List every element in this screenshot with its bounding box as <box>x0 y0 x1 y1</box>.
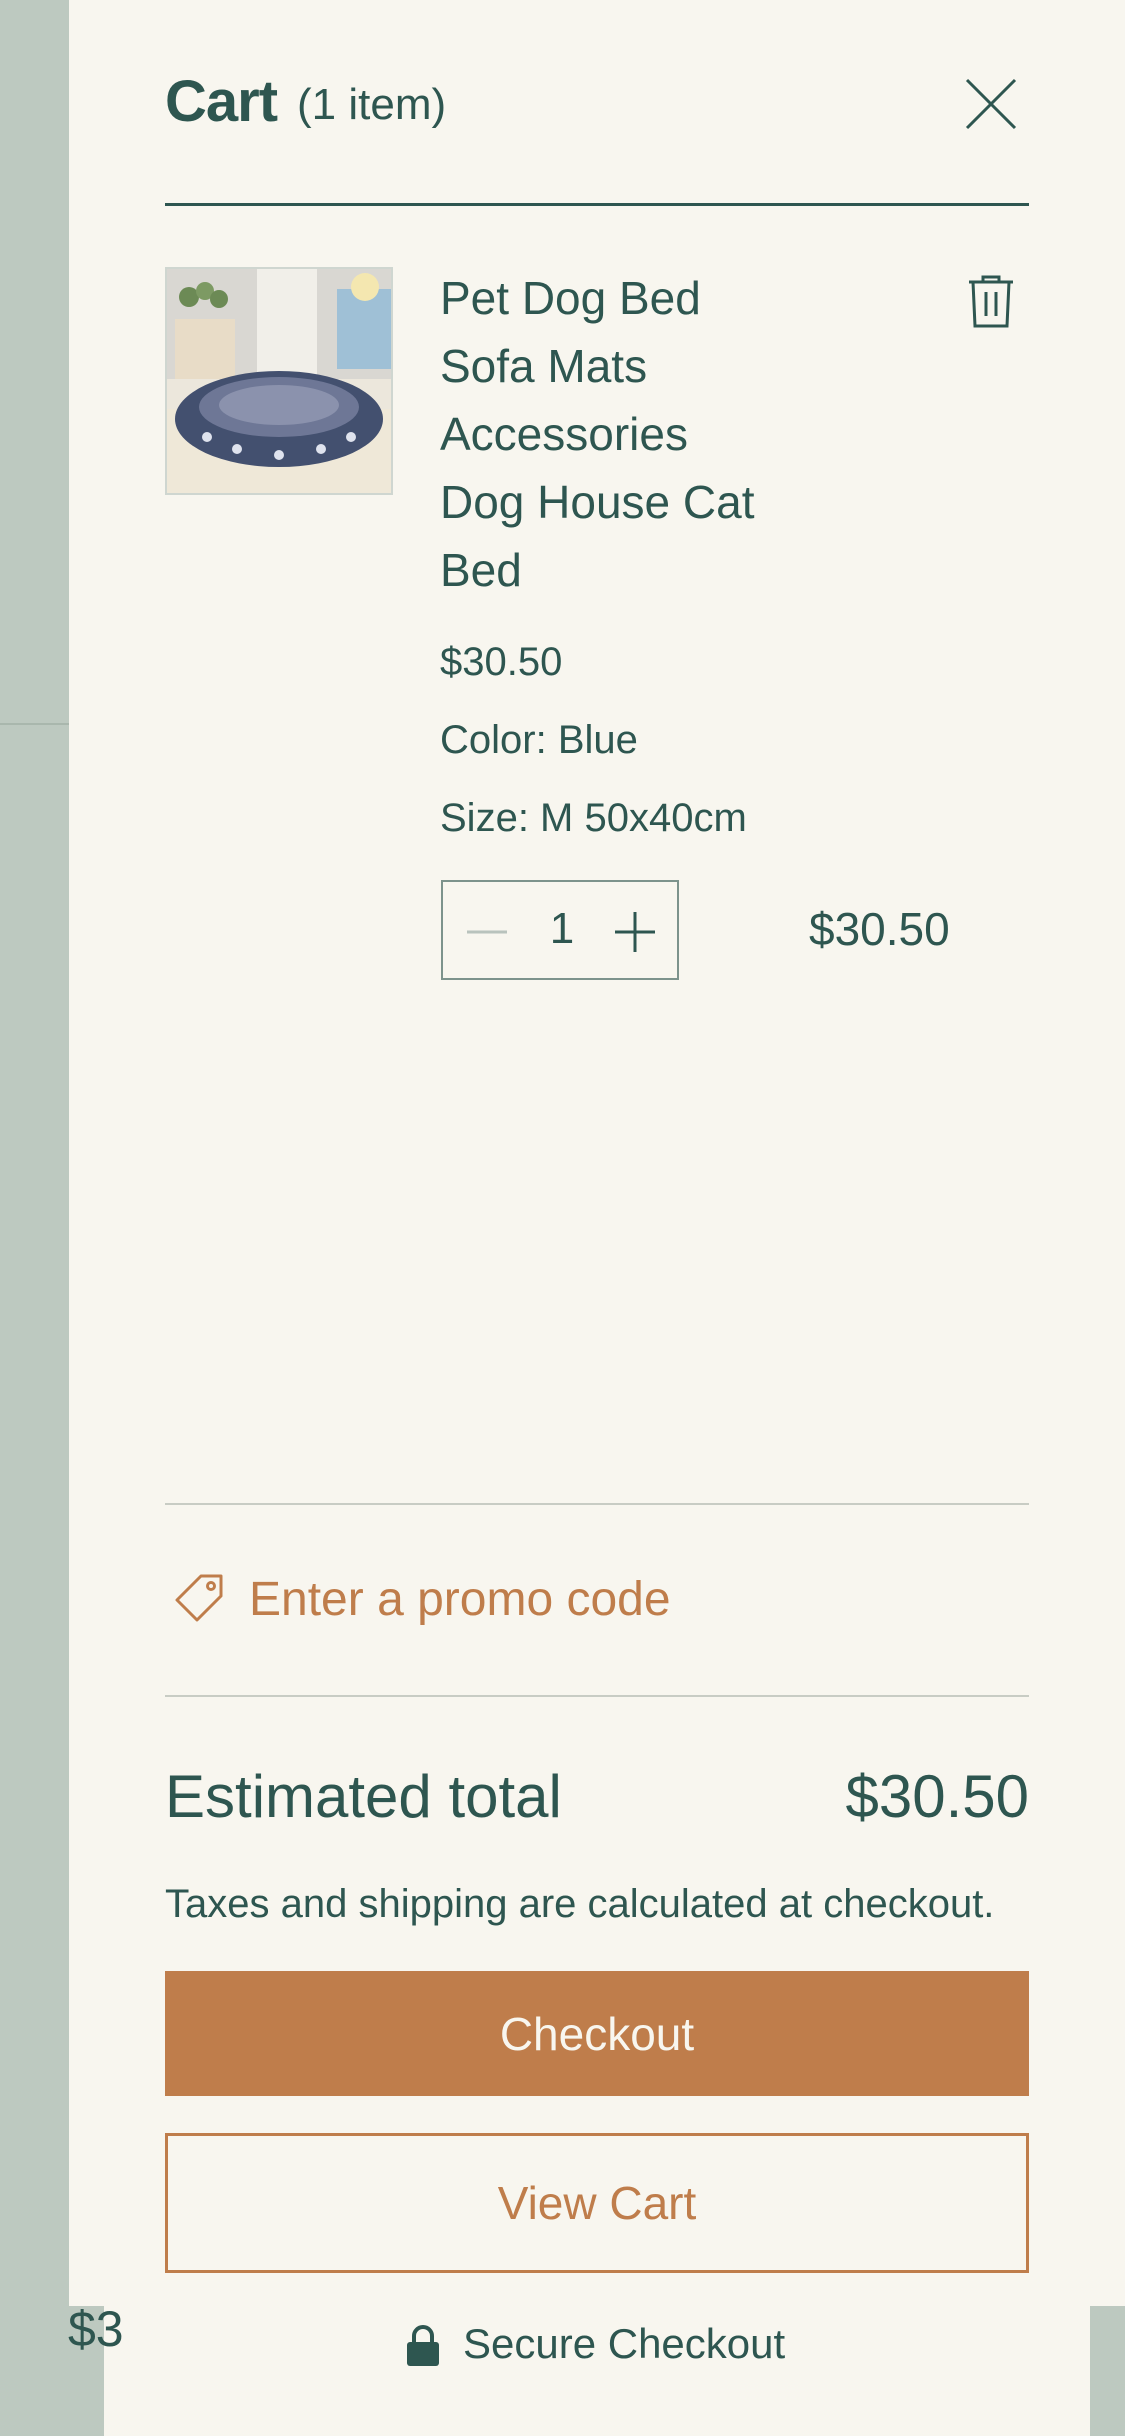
product-unit-price: $30.50 <box>440 640 563 684</box>
estimated-total-label: Estimated total <box>165 1763 562 1830</box>
cart-drawer: Cart (1 item) Pet Dog Bed Sofa Mats Acce… <box>69 0 1125 2436</box>
backdrop-divider <box>0 723 69 725</box>
product-title[interactable]: Pet Dog Bed Sofa Mats Accessories Dog Ho… <box>440 264 780 604</box>
backdrop-strip-right <box>1090 2306 1125 2436</box>
close-button[interactable] <box>963 76 1019 132</box>
cart-item-count: (1 item) <box>297 80 447 129</box>
product-size: Size: M 50x40cm <box>440 796 747 840</box>
promo-code-label: Enter a promo code <box>249 1573 671 1626</box>
line-total: $30.50 <box>809 903 950 955</box>
increase-quantity-button[interactable] <box>613 910 657 954</box>
backdrop-price-fragment: $3 <box>68 2301 124 2357</box>
product-image[interactable] <box>165 267 393 495</box>
cart-title: Cart <box>165 69 278 134</box>
view-cart-button[interactable]: View Cart <box>165 2133 1029 2273</box>
product-color: Color: Blue <box>440 718 638 762</box>
quantity-stepper: 1 <box>441 880 679 980</box>
close-icon <box>965 78 1017 130</box>
decrease-quantity-button[interactable] <box>465 910 509 954</box>
minus-icon <box>467 930 507 934</box>
dog-bed-image <box>167 269 391 493</box>
secure-checkout-row: Secure Checkout <box>69 2318 1125 2378</box>
plus-icon <box>615 912 655 952</box>
promo-bottom-divider <box>165 1695 1029 1697</box>
promo-top-divider <box>165 1503 1029 1505</box>
quantity-value[interactable]: 1 <box>538 904 586 954</box>
secure-checkout-label: Secure Checkout <box>463 2320 786 2367</box>
lock-icon <box>407 2325 439 2366</box>
tag-icon <box>175 1574 223 1622</box>
tax-shipping-note: Taxes and shipping are calculated at che… <box>165 1882 995 1926</box>
trash-icon <box>969 275 1013 328</box>
estimated-total-value: $30.50 <box>845 1763 1029 1830</box>
header-divider <box>165 203 1029 206</box>
checkout-button[interactable]: Checkout <box>165 1971 1029 2096</box>
remove-item-button[interactable] <box>967 274 1015 328</box>
